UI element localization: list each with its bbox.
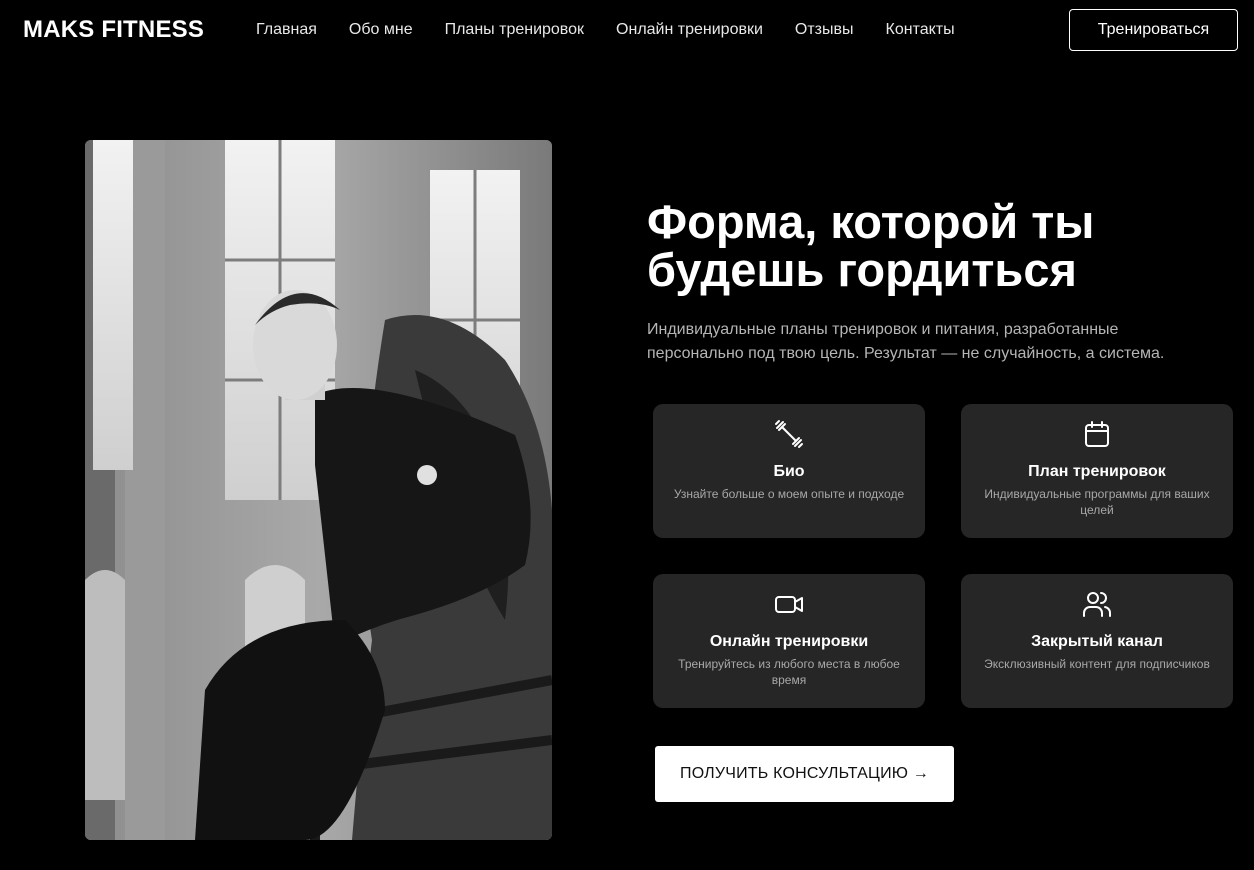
video-icon [775, 596, 803, 613]
card-private-channel[interactable]: Закрытый канал Эксклюзивный контент для … [961, 574, 1233, 708]
card-training-plan[interactable]: План тренировок Индивидуальные программы… [961, 404, 1233, 538]
card-online-training-desc: Тренируйтесь из любого места в любое вре… [678, 657, 900, 687]
nav-link-online[interactable]: Онлайн тренировки [616, 20, 763, 40]
users-icon [1083, 592, 1112, 617]
card-bio-desc: Узнайте больше о моем опыте и подходе [673, 487, 905, 501]
hero-subtitle: Индивидуальные планы тренировок и питани… [647, 321, 1165, 362]
card-private-channel-title: Закрытый канал [1031, 633, 1163, 650]
main-nav: Главная Обо мне Планы тренировок Онлайн … [256, 20, 955, 40]
trainer-photo-illustration [85, 140, 552, 840]
nav-link-reviews[interactable]: Отзывы [795, 20, 854, 40]
consultation-button[interactable]: ПОЛУЧИТЬ КОНСУЛЬТАЦИЮ → [655, 746, 954, 802]
card-bio-title: Био [773, 463, 805, 480]
card-private-channel-desc: Эксклюзивный контент для подписчиков [984, 657, 1210, 671]
card-bio[interactable]: Био Узнайте больше о моем опыте и подход… [653, 404, 925, 538]
card-training-plan-title: План тренировок [1028, 463, 1166, 480]
trainer-photo [85, 140, 552, 840]
dumbbell-icon [775, 420, 803, 448]
nav-link-about[interactable]: Обо мне [349, 20, 413, 40]
logo[interactable]: MAKS FITNESS [23, 16, 204, 44]
card-online-training-title: Онлайн тренировки [709, 633, 869, 650]
card-training-plan-desc: Индивидуальные программы для ваших целей [984, 487, 1210, 517]
calendar-icon [1085, 421, 1109, 447]
nav-link-contacts[interactable]: Контакты [886, 20, 955, 40]
nav-link-home[interactable]: Главная [256, 20, 317, 40]
card-online-training[interactable]: Онлайн тренировки Тренируйтесь из любого… [653, 574, 925, 708]
hero-title: Форма, которой ты будешь гордиться [647, 195, 1095, 296]
train-button[interactable]: Тренироваться [1069, 9, 1238, 51]
page: MAKS FITNESS Главная Обо мне Планы трени… [0, 0, 1254, 870]
site-header: MAKS FITNESS Главная Обо мне Планы трени… [0, 0, 1254, 60]
nav-link-plans[interactable]: Планы тренировок [445, 20, 584, 40]
